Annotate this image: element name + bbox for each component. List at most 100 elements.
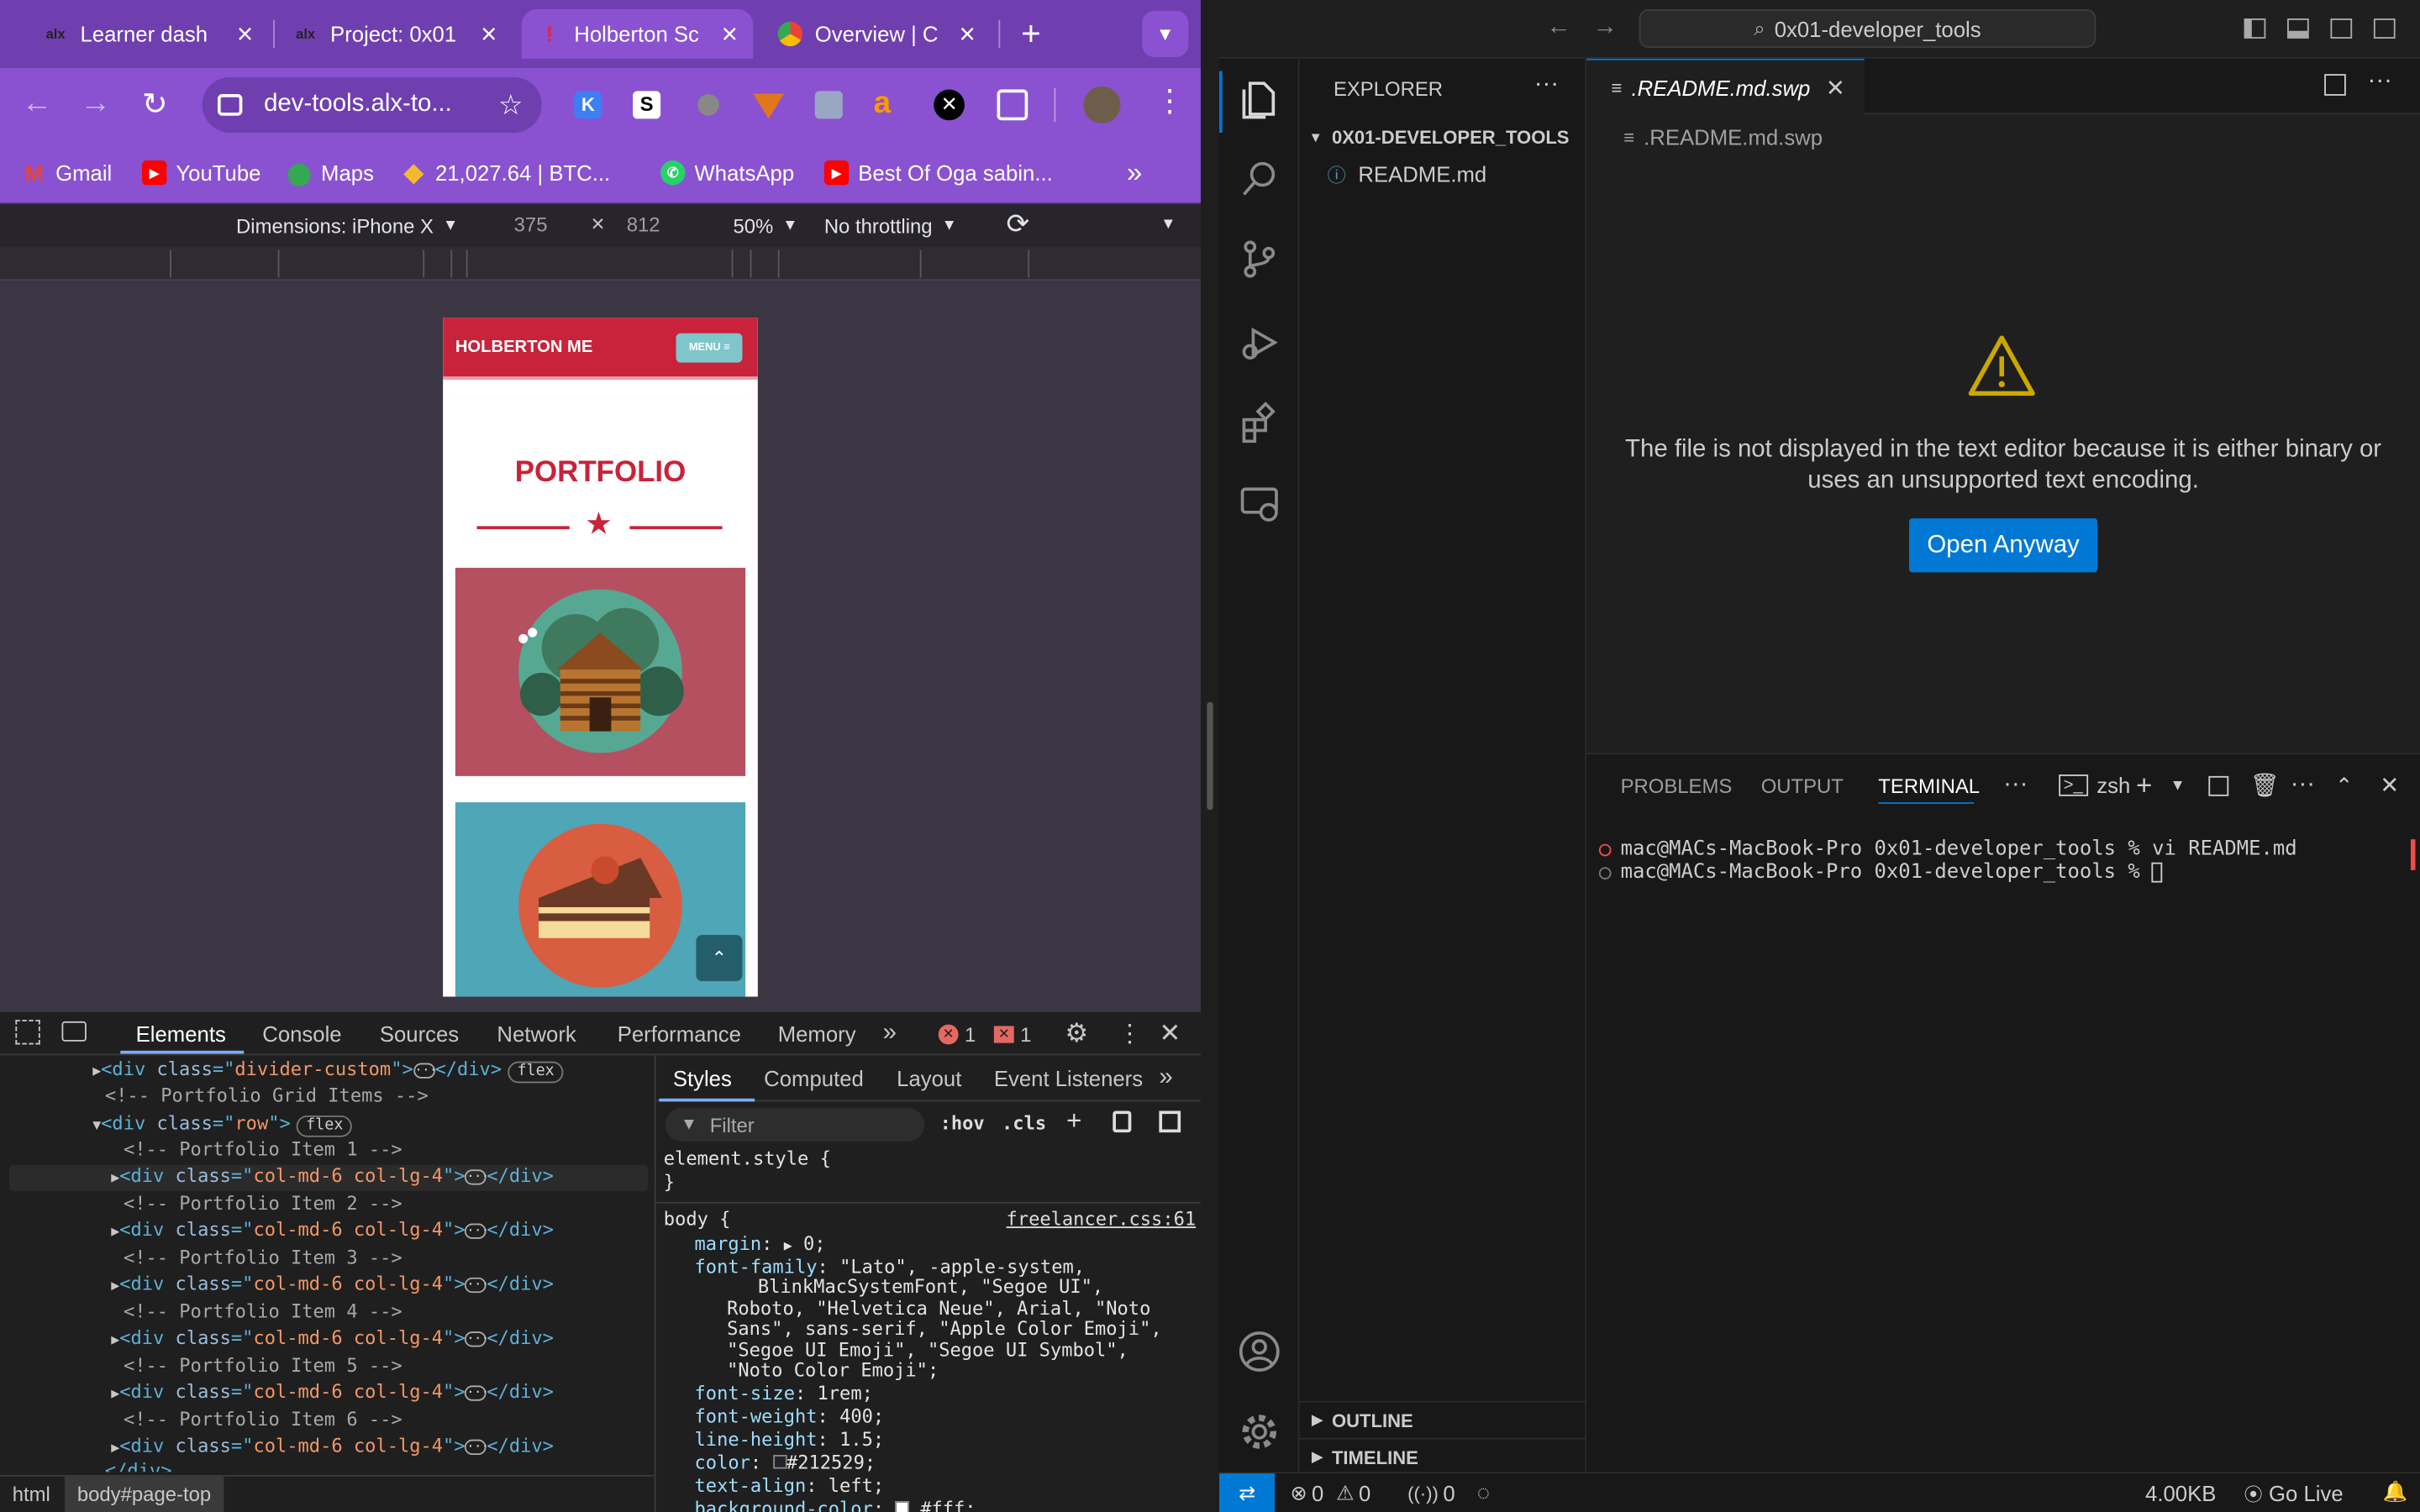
forward-arrow-icon[interactable]: → — [81, 87, 112, 122]
reload-icon[interactable]: ↻ — [142, 85, 168, 123]
devtools-menu-kebab-icon[interactable]: ⋮ — [1118, 1012, 1142, 1055]
toggle-panel-icon[interactable] — [2287, 18, 2309, 39]
throttling-select[interactable]: No throttling ▼ — [824, 203, 957, 246]
check-circle-icon[interactable]: ◌ — [1477, 1479, 1490, 1504]
subtab-styles[interactable]: Styles — [673, 1055, 732, 1101]
manage-gear-icon[interactable] — [1238, 1410, 1281, 1453]
customize-layout-icon[interactable] — [2373, 18, 2396, 39]
toggle-primary-sidebar-icon[interactable] — [2244, 18, 2266, 39]
more-subtabs-chevron-icon[interactable]: » — [1159, 1055, 1172, 1101]
dom-comment[interactable]: <!-- Portfolio Item 2 --> — [124, 1193, 402, 1219]
kill-terminal-trash-icon[interactable]: 🗑 — [2250, 754, 2280, 816]
devtools-tab-console[interactable]: Console — [262, 1012, 341, 1055]
close-tab-icon[interactable]: ✕ — [1826, 73, 1845, 101]
resize-handle[interactable] — [1207, 701, 1213, 811]
editor-more-actions-icon[interactable]: ··· — [2368, 68, 2392, 96]
address-bar[interactable]: dev-tools.alx-to... ☆ — [202, 76, 542, 133]
subtab-computed[interactable]: Computed — [764, 1055, 864, 1101]
ports-indicator[interactable]: ((·)) 0 — [1407, 1473, 1455, 1512]
device-width-input[interactable]: 375 — [514, 213, 548, 236]
dom-comment[interactable]: <!-- Portfolio Item 4 --> — [124, 1300, 402, 1326]
ellipsis-icon[interactable]: ··· — [465, 1331, 489, 1347]
toggle-sidebar-icon[interactable] — [1159, 1110, 1181, 1133]
command-error-decoration-icon[interactable] — [1598, 843, 1612, 856]
more-tabs-chevron-icon[interactable]: » — [883, 1012, 897, 1055]
css-prop-text-align[interactable]: text-align — [695, 1475, 807, 1497]
styles-filter-input[interactable]: ▼ Filter — [665, 1107, 925, 1142]
split-editor-icon[interactable] — [2324, 74, 2346, 96]
extensions-puzzle-icon[interactable] — [997, 89, 1028, 121]
explorer-more-actions-icon[interactable]: ··· — [1534, 71, 1559, 98]
new-style-rule-plus-icon[interactable]: + — [1066, 1106, 1081, 1137]
dom-comment[interactable]: <!-- Portfolio Item 6 --> — [124, 1409, 402, 1435]
dom-comment[interactable]: <!-- Portfolio Grid Items --> — [105, 1084, 429, 1110]
color-swatch[interactable] — [772, 1455, 786, 1469]
dom-node-portfolio-item[interactable]: ▶<div class="col-md-6 col-lg-4"> ···</div… — [111, 1219, 554, 1245]
terminal-output[interactable]: mac@MACs-MacBook-Pro 0x01-developer_tool… — [1598, 837, 2402, 884]
site-brand[interactable]: HOLBERTON ME — [455, 338, 593, 356]
extension-s-icon[interactable]: S — [633, 91, 661, 119]
chrome-menu-kebab-icon[interactable]: ⋮ — [1155, 87, 1186, 118]
close-tab-icon[interactable]: × — [722, 18, 738, 50]
ellipsis-icon[interactable]: ··· — [465, 1438, 489, 1455]
css-prop-line-height[interactable]: line-height — [695, 1429, 818, 1451]
accounts-icon[interactable] — [1238, 1330, 1281, 1373]
command-decoration-icon[interactable] — [1598, 866, 1612, 879]
scroll-to-top-button[interactable]: ⌃ — [696, 935, 743, 982]
terminal-dropdown-chevron-icon[interactable]: ▼ — [2170, 754, 2185, 816]
css-prop-color[interactable]: color — [695, 1452, 750, 1473]
browser-tab-overview[interactable]: Overview | C × — [762, 9, 991, 59]
site-info-icon[interactable] — [217, 94, 243, 116]
breadcrumb-body[interactable]: body#page-top — [65, 1476, 224, 1512]
css-value[interactable]: #fff; — [920, 1498, 976, 1512]
tab-search-chevron-icon[interactable]: ▼ — [1142, 10, 1189, 57]
breadcrumb-html[interactable]: html — [13, 1483, 50, 1506]
file-item-readme[interactable]: ⓘ README.md — [1328, 157, 1487, 191]
css-value[interactable]: 1.5; — [839, 1429, 884, 1451]
device-toggle-icon[interactable] — [61, 1021, 87, 1042]
ellipsis-icon[interactable]: ··· — [465, 1384, 489, 1400]
issues-counter[interactable]: ✕ 1 — [993, 1012, 1031, 1055]
dom-node-portfolio-item[interactable]: ▶<div class="col-md-6 col-lg-4"> ···</div… — [9, 1164, 649, 1191]
maximize-panel-chevron-up-icon[interactable]: ⌃ — [2335, 754, 2354, 816]
css-value[interactable]: 1rem; — [818, 1383, 873, 1404]
extension-chart-icon[interactable] — [814, 91, 843, 119]
css-value[interactable]: 0; — [803, 1233, 826, 1255]
close-tab-icon[interactable]: × — [481, 18, 497, 50]
css-value[interactable]: 400; — [839, 1405, 884, 1427]
search-icon[interactable] — [1238, 157, 1281, 200]
explorer-files-icon[interactable] — [1238, 77, 1281, 120]
bookmark-maps[interactable]: ⬤ Maps — [287, 142, 374, 203]
metamask-fox-icon[interactable] — [753, 93, 785, 119]
devtools-tab-sources[interactable]: Sources — [380, 1012, 459, 1055]
editor-breadcrumb[interactable]: ≡ .README.md.swp — [1623, 120, 1823, 154]
terminal-shell-selector[interactable]: >_ zsh — [2059, 754, 2130, 816]
ellipsis-icon[interactable]: ··· — [465, 1222, 489, 1238]
run-debug-icon[interactable] — [1238, 321, 1281, 364]
extension-k-icon[interactable]: K — [574, 91, 602, 119]
back-arrow-icon[interactable]: ← — [22, 87, 53, 122]
terminal-more-icon[interactable]: ··· — [2291, 754, 2315, 816]
new-terminal-plus-icon[interactable]: + — [2136, 754, 2152, 816]
css-value[interactable]: left; — [829, 1475, 884, 1497]
dom-comment[interactable]: <!-- Portfolio Item 3 --> — [124, 1247, 402, 1273]
subtab-layout[interactable]: Layout — [897, 1055, 961, 1101]
open-anyway-button[interactable]: Open Anyway — [1909, 518, 2098, 573]
go-live-button[interactable]: ⦿ Go Live — [2244, 1473, 2344, 1512]
cls-toggle[interactable]: .cls — [1002, 1112, 1046, 1134]
amazon-extension-icon[interactable]: a — [874, 88, 902, 119]
bookmark-btc[interactable]: ◆ 21,027.64 | BTC... — [402, 142, 610, 203]
command-center-search[interactable]: ⌕ 0x01-developer_tools — [1639, 9, 2096, 48]
close-devtools-icon[interactable]: ✕ — [1159, 1012, 1181, 1055]
css-prop-background-color[interactable]: background-color — [695, 1498, 873, 1512]
notifications-bell-icon[interactable]: 🔔 — [2383, 1479, 2408, 1504]
css-prop-margin[interactable]: margin — [695, 1233, 762, 1255]
remote-explorer-icon[interactable] — [1238, 481, 1281, 524]
dom-node-portfolio-item[interactable]: ▶<div class="col-md-6 col-lg-4"> ···</div… — [111, 1435, 554, 1461]
close-tab-icon[interactable]: × — [237, 18, 253, 50]
split-terminal-icon[interactable] — [2208, 775, 2229, 796]
panel-tab-output[interactable]: OUTPUT — [1761, 754, 1844, 816]
outline-section[interactable]: ▶ OUTLINE — [1299, 1400, 1587, 1438]
nav-back-icon[interactable]: ← — [1546, 14, 1570, 42]
extensions-icon[interactable] — [1238, 402, 1281, 444]
